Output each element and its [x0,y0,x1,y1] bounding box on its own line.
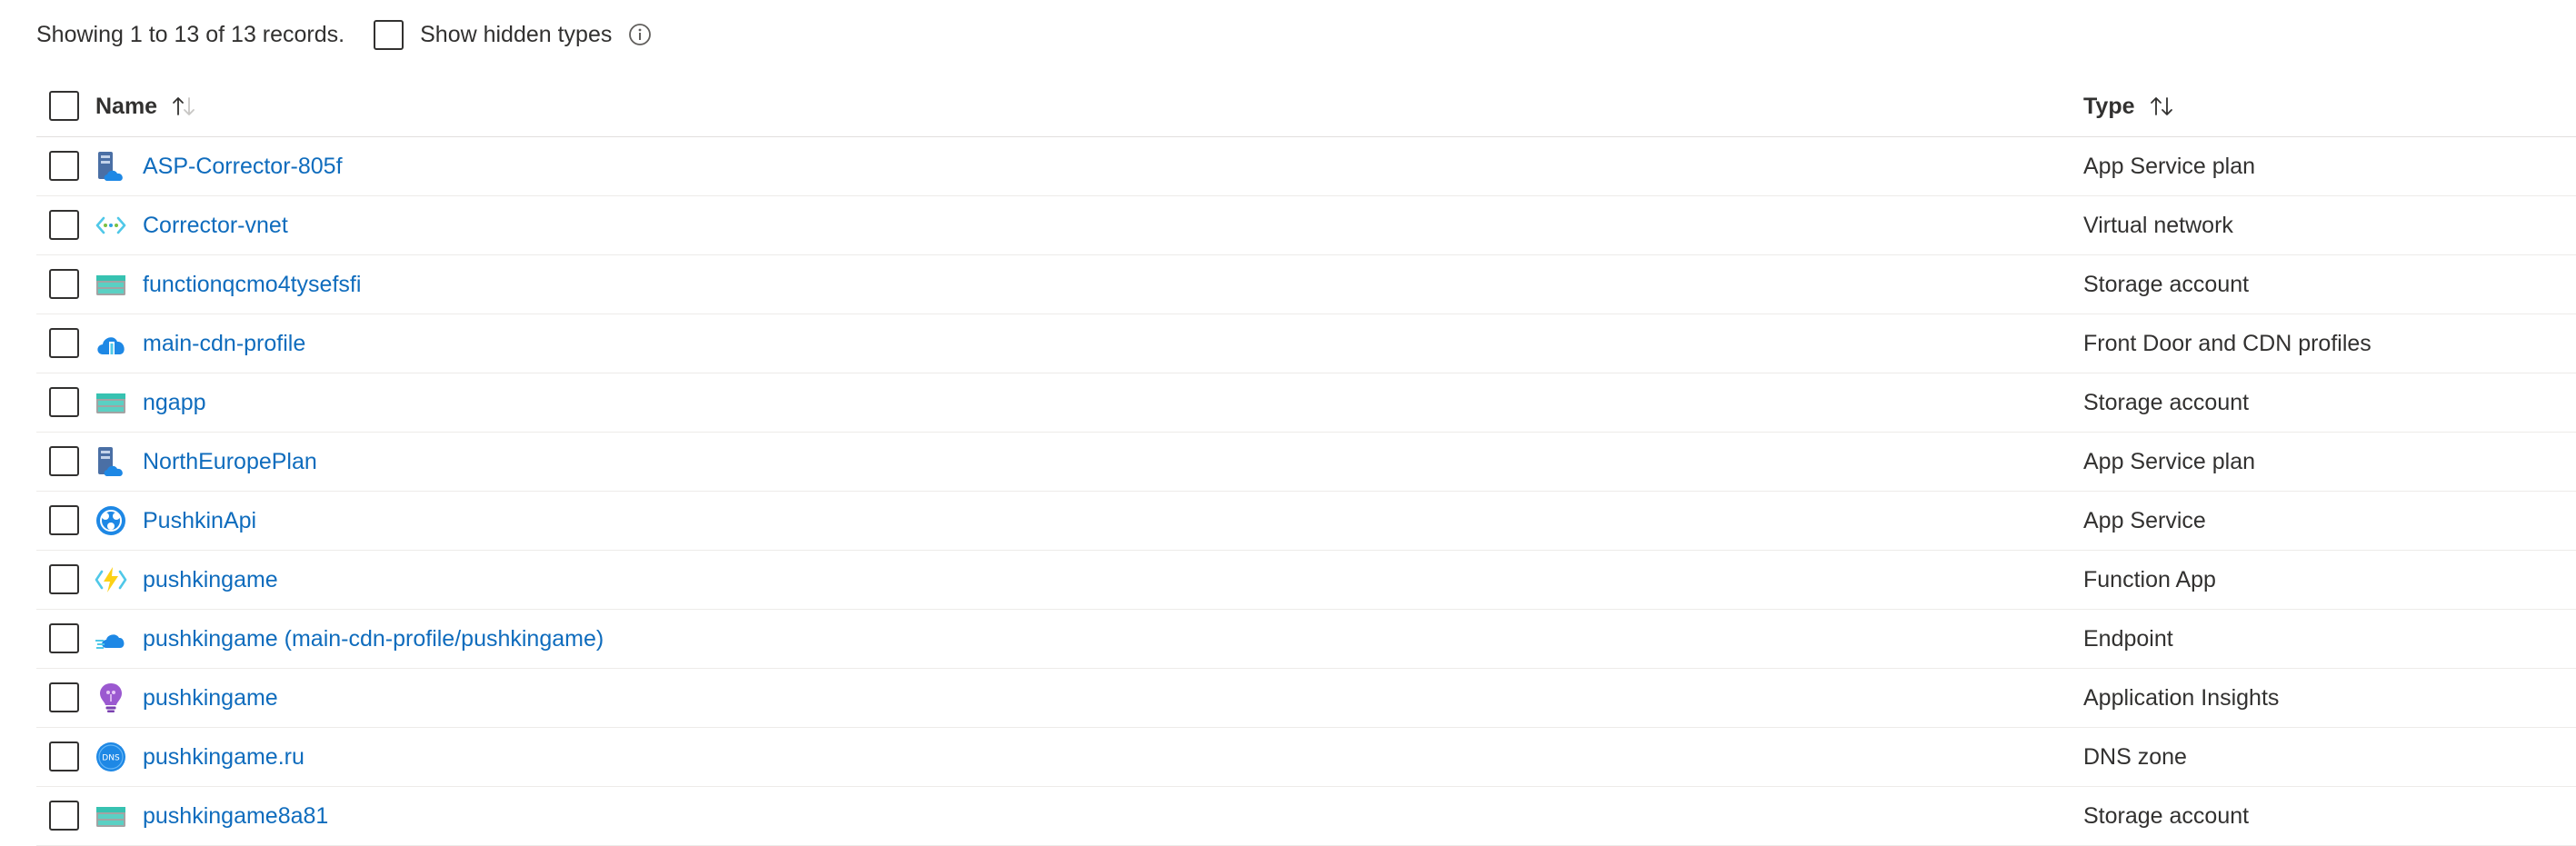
app-service-icon [95,504,127,537]
table-row[interactable]: pushkingame Function App [36,551,2576,610]
row-checkbox[interactable] [49,505,79,535]
svg-text:DNS: DNS [102,754,120,763]
resource-name-link[interactable]: PushkinApi [143,508,256,534]
resource-type: Storage account [2083,802,2250,829]
row-checkbox[interactable] [49,741,79,771]
storage-account-icon [95,800,127,832]
resource-type: App Service plan [2083,448,2256,474]
table-row[interactable]: NorthEuropePlan App Service plan [36,433,2576,492]
resource-type: Front Door and CDN profiles [2083,330,2371,356]
grid-header-row: Name Type [36,76,2576,137]
resource-name-link[interactable]: Corrector-vnet [143,213,288,239]
storage-account-icon [95,386,127,419]
dns-zone-icon: DNS [95,741,127,773]
row-checkbox[interactable] [49,328,79,358]
table-row[interactable]: main-cdn-profile Front Door and CDN prof… [36,314,2576,373]
row-checkbox[interactable] [49,387,79,417]
sort-icon [2148,95,2175,118]
resource-type: App Service plan [2083,153,2256,179]
table-row[interactable]: DNS pushkingame.ru DNS zone [36,728,2576,787]
resource-type: Storage account [2083,389,2250,415]
front-door-cdn-icon [95,327,127,360]
table-row[interactable]: ngapp Storage account [36,373,2576,433]
table-row[interactable]: pushkingame (main-cdn-profile/pushkingam… [36,610,2576,669]
row-checkbox[interactable] [49,564,79,594]
table-row[interactable]: functionqcmo4tysefsfi Storage account [36,255,2576,314]
info-icon[interactable] [628,23,652,46]
resource-name-link[interactable]: ngapp [143,390,206,416]
resource-name-link[interactable]: pushkingame (main-cdn-profile/pushkingam… [143,626,604,652]
resources-grid: Name Type ASP-Corrector-805f App Service… [36,76,2576,846]
table-row[interactable]: pushkingame8a81 Storage account [36,787,2576,846]
resource-name-link[interactable]: pushkingame.ru [143,744,305,771]
app-service-plan-icon [95,445,127,478]
resource-type: App Service [2083,507,2206,533]
row-checkbox[interactable] [49,269,79,299]
resource-type: Endpoint [2083,625,2173,652]
app-service-plan-icon [95,150,127,183]
show-hidden-types-label[interactable]: Show hidden types [420,22,612,48]
row-checkbox[interactable] [49,682,79,712]
checkbox-box[interactable] [374,19,404,50]
column-header-name[interactable]: Name [95,94,197,120]
table-row[interactable]: pushkingame Application Insights [36,669,2576,728]
resource-name-link[interactable]: pushkingame [143,567,278,593]
resource-name-link[interactable]: pushkingame [143,685,278,712]
resource-name-link[interactable]: functionqcmo4tysefsfi [143,272,361,298]
row-checkbox[interactable] [49,446,79,476]
row-checkbox[interactable] [49,151,79,181]
table-row[interactable]: ASP-Corrector-805f App Service plan [36,137,2576,196]
column-header-name-label: Name [95,93,158,119]
toolbar: Showing 1 to 13 of 13 records. Show hidd… [36,16,652,53]
application-insights-icon [95,682,127,714]
column-header-type-label: Type [2083,93,2135,119]
row-checkbox[interactable] [49,623,79,653]
resource-type: Storage account [2083,271,2250,297]
cdn-endpoint-icon [95,622,127,655]
resource-type: DNS zone [2083,743,2187,770]
resource-name-link[interactable]: main-cdn-profile [143,331,305,357]
column-header-type[interactable]: Type [2083,94,2175,120]
resource-type: Function App [2083,566,2216,592]
virtual-network-icon [95,209,127,242]
function-app-icon [95,563,127,596]
sort-ascending-icon [170,95,197,118]
show-hidden-types-checkbox[interactable]: Show hidden types [374,19,612,50]
table-row[interactable]: PushkinApi App Service [36,492,2576,551]
select-all-checkbox[interactable] [49,91,79,121]
row-checkbox[interactable] [49,210,79,240]
resource-name-link[interactable]: pushkingame8a81 [143,803,328,830]
table-row[interactable]: Corrector-vnet Virtual network [36,196,2576,255]
resource-type: Application Insights [2083,684,2280,711]
resource-name-link[interactable]: NorthEuropePlan [143,449,317,475]
records-count-text: Showing 1 to 13 of 13 records. [36,21,345,47]
resource-type: Virtual network [2083,212,2233,238]
resource-name-link[interactable]: ASP-Corrector-805f [143,154,343,180]
storage-account-icon [95,268,127,301]
row-checkbox[interactable] [49,801,79,831]
